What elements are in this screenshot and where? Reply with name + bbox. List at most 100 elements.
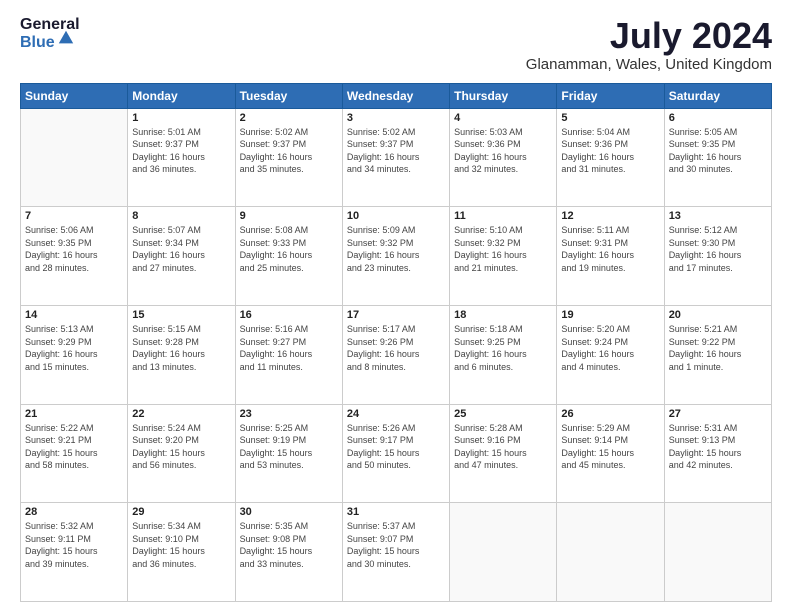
table-row: 1 Sunrise: 5:01 AM Sunset: 9:37 PM Daylig…: [128, 108, 235, 207]
table-row: 9 Sunrise: 5:08 AM Sunset: 9:33 PM Daylig…: [235, 207, 342, 306]
day-number: 20: [669, 309, 767, 321]
calendar-table: Sunday Monday Tuesday Wednesday Thursday…: [20, 83, 772, 602]
table-row: 26 Sunrise: 5:29 AM Sunset: 9:14 PM Dayli…: [557, 404, 664, 503]
table-row: 31Sunrise: 5:37 AM Sunset: 9:07 PM Dayli…: [342, 503, 449, 602]
table-row: 7Sunrise: 5:06 AM Sunset: 9:35 PM Daylig…: [21, 207, 128, 306]
col-tuesday: Tuesday: [235, 83, 342, 108]
day-number: 30: [240, 506, 338, 518]
day-number: 9: [240, 210, 338, 222]
table-row: 22 Sunrise: 5:24 AM Sunset: 9:20 PM Dayli…: [128, 404, 235, 503]
day-number: 17: [347, 309, 445, 321]
logo: General Blue: [20, 16, 80, 51]
table-row: 23 Sunrise: 5:25 AM Sunset: 9:19 PM Dayli…: [235, 404, 342, 503]
day-info: Sunrise: 5:03 AM Sunset: 9:36 PM Dayligh…: [454, 126, 552, 176]
table-row: 5Sunrise: 5:04 AM Sunset: 9:36 PM Daylig…: [557, 108, 664, 207]
day-number: 28: [25, 506, 123, 518]
location: Glanamman, Wales, United Kingdom: [526, 56, 772, 73]
day-info: Sunrise: 5:02 AM Sunset: 9:37 PM Dayligh…: [240, 126, 338, 176]
title-area: July 2024 Glanamman, Wales, United Kingd…: [526, 16, 772, 73]
day-info: Sunrise: 5:24 AM Sunset: 9:20 PM Dayligh…: [132, 422, 230, 472]
header: General Blue July 2024 Glanamman, Wales,…: [20, 16, 772, 73]
day-info: Sunrise: 5:20 AM Sunset: 9:24 PM Dayligh…: [561, 323, 659, 373]
day-info: Sunrise: 5:05 AM Sunset: 9:35 PM Dayligh…: [669, 126, 767, 176]
table-row: 18 Sunrise: 5:18 AM Sunset: 9:25 PM Dayli…: [450, 305, 557, 404]
page: General Blue July 2024 Glanamman, Wales,…: [0, 0, 792, 612]
day-info: Sunrise: 5:07 AM Sunset: 9:34 PM Dayligh…: [132, 224, 230, 274]
col-saturday: Saturday: [664, 83, 771, 108]
day-number: 31: [347, 506, 445, 518]
table-row: 10Sunrise: 5:09 AM Sunset: 9:32 PM Dayli…: [342, 207, 449, 306]
day-number: 15: [132, 309, 230, 321]
day-info: Sunrise: 5:17 AM Sunset: 9:26 PM Dayligh…: [347, 323, 445, 373]
day-number: 12: [561, 210, 659, 222]
col-sunday: Sunday: [21, 83, 128, 108]
calendar-week-row: 14 Sunrise: 5:13 AM Sunset: 9:29 PM Dayli…: [21, 305, 772, 404]
day-number: 26: [561, 408, 659, 420]
day-number: 18: [454, 309, 552, 321]
logo-text: General Blue: [20, 16, 80, 51]
calendar-header-row: Sunday Monday Tuesday Wednesday Thursday…: [21, 83, 772, 108]
day-number: 2: [240, 112, 338, 124]
table-row: 19Sunrise: 5:20 AM Sunset: 9:24 PM Dayli…: [557, 305, 664, 404]
day-info: Sunrise: 5:10 AM Sunset: 9:32 PM Dayligh…: [454, 224, 552, 274]
table-row: 29 Sunrise: 5:34 AM Sunset: 9:10 PM Dayli…: [128, 503, 235, 602]
day-info: Sunrise: 5:26 AM Sunset: 9:17 PM Dayligh…: [347, 422, 445, 472]
table-row: 14 Sunrise: 5:13 AM Sunset: 9:29 PM Dayli…: [21, 305, 128, 404]
table-row: 21 Sunrise: 5:22 AM Sunset: 9:21 PM Dayli…: [21, 404, 128, 503]
day-number: 22: [132, 408, 230, 420]
day-info: Sunrise: 5:18 AM Sunset: 9:25 PM Dayligh…: [454, 323, 552, 373]
day-number: 3: [347, 112, 445, 124]
day-info: Sunrise: 5:31 AM Sunset: 9:13 PM Dayligh…: [669, 422, 767, 472]
day-number: 21: [25, 408, 123, 420]
table-row: 13Sunrise: 5:12 AM Sunset: 9:30 PM Dayli…: [664, 207, 771, 306]
day-info: Sunrise: 5:01 AM Sunset: 9:37 PM Dayligh…: [132, 126, 230, 176]
col-friday: Friday: [557, 83, 664, 108]
day-info: Sunrise: 5:15 AM Sunset: 9:28 PM Dayligh…: [132, 323, 230, 373]
logo-icon: [57, 29, 75, 47]
day-number: 29: [132, 506, 230, 518]
col-wednesday: Wednesday: [342, 83, 449, 108]
day-info: Sunrise: 5:25 AM Sunset: 9:19 PM Dayligh…: [240, 422, 338, 472]
col-thursday: Thursday: [450, 83, 557, 108]
calendar-week-row: 7Sunrise: 5:06 AM Sunset: 9:35 PM Daylig…: [21, 207, 772, 306]
calendar-week-row: 1 Sunrise: 5:01 AM Sunset: 9:37 PM Daylig…: [21, 108, 772, 207]
day-number: 16: [240, 309, 338, 321]
day-info: Sunrise: 5:35 AM Sunset: 9:08 PM Dayligh…: [240, 520, 338, 570]
day-number: 27: [669, 408, 767, 420]
table-row: 25Sunrise: 5:28 AM Sunset: 9:16 PM Dayli…: [450, 404, 557, 503]
day-number: 23: [240, 408, 338, 420]
table-row: 4 Sunrise: 5:03 AM Sunset: 9:36 PM Daylig…: [450, 108, 557, 207]
table-row: [664, 503, 771, 602]
day-number: 1: [132, 112, 230, 124]
table-row: 3 Sunrise: 5:02 AM Sunset: 9:37 PM Daylig…: [342, 108, 449, 207]
day-info: Sunrise: 5:02 AM Sunset: 9:37 PM Dayligh…: [347, 126, 445, 176]
table-row: 11 Sunrise: 5:10 AM Sunset: 9:32 PM Dayli…: [450, 207, 557, 306]
day-info: Sunrise: 5:13 AM Sunset: 9:29 PM Dayligh…: [25, 323, 123, 373]
day-info: Sunrise: 5:29 AM Sunset: 9:14 PM Dayligh…: [561, 422, 659, 472]
day-number: 25: [454, 408, 552, 420]
day-info: Sunrise: 5:06 AM Sunset: 9:35 PM Dayligh…: [25, 224, 123, 274]
day-info: Sunrise: 5:21 AM Sunset: 9:22 PM Dayligh…: [669, 323, 767, 373]
day-number: 11: [454, 210, 552, 222]
day-number: 4: [454, 112, 552, 124]
table-row: 8 Sunrise: 5:07 AM Sunset: 9:34 PM Daylig…: [128, 207, 235, 306]
day-info: Sunrise: 5:22 AM Sunset: 9:21 PM Dayligh…: [25, 422, 123, 472]
day-info: Sunrise: 5:12 AM Sunset: 9:30 PM Dayligh…: [669, 224, 767, 274]
table-row: [21, 108, 128, 207]
table-row: [450, 503, 557, 602]
day-info: Sunrise: 5:34 AM Sunset: 9:10 PM Dayligh…: [132, 520, 230, 570]
table-row: 6Sunrise: 5:05 AM Sunset: 9:35 PM Daylig…: [664, 108, 771, 207]
day-number: 14: [25, 309, 123, 321]
day-number: 8: [132, 210, 230, 222]
table-row: 20 Sunrise: 5:21 AM Sunset: 9:22 PM Dayli…: [664, 305, 771, 404]
day-number: 24: [347, 408, 445, 420]
table-row: 15 Sunrise: 5:15 AM Sunset: 9:28 PM Dayli…: [128, 305, 235, 404]
table-row: 2 Sunrise: 5:02 AM Sunset: 9:37 PM Daylig…: [235, 108, 342, 207]
day-info: Sunrise: 5:08 AM Sunset: 9:33 PM Dayligh…: [240, 224, 338, 274]
table-row: [557, 503, 664, 602]
day-number: 5: [561, 112, 659, 124]
day-number: 10: [347, 210, 445, 222]
day-info: Sunrise: 5:16 AM Sunset: 9:27 PM Dayligh…: [240, 323, 338, 373]
table-row: 16 Sunrise: 5:16 AM Sunset: 9:27 PM Dayli…: [235, 305, 342, 404]
logo-blue: Blue: [20, 34, 55, 52]
